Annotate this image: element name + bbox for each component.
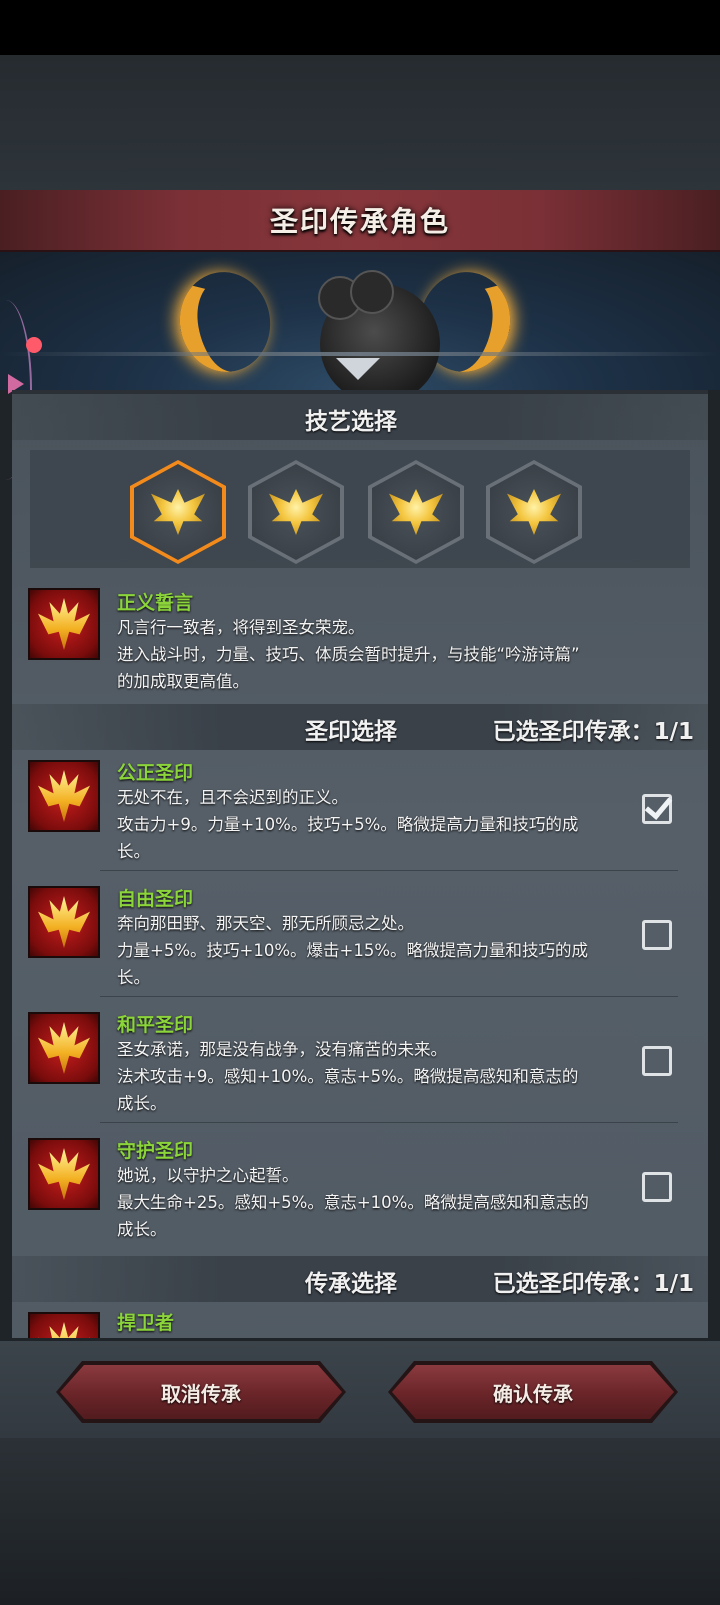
seal-section-title: 圣印选择 (305, 719, 397, 745)
seal-section-header: 圣印选择 已选圣印传承：1/1 (12, 704, 708, 750)
title-bar: 圣印传承角色 (0, 190, 720, 252)
seal-icon (28, 1012, 100, 1084)
inherit-selected-count: 已选圣印传承：1/1 (492, 1271, 694, 1297)
skill-detail: 正义誓言 凡言行一致者，将得到圣女荣宠。 进入战斗时，力量、技巧、体质会暂时提升… (12, 584, 708, 694)
seal-name: 守护圣印 (117, 1140, 194, 1162)
hair-bun-right (350, 270, 394, 314)
seal-desc: 无处不在，且不会迟到的正义。 攻击力+9。力量+10%。技巧+5%。略微提高力量… (117, 788, 579, 861)
skill-section-title: 技艺选择 (305, 409, 397, 435)
seal-icon (28, 886, 100, 958)
flame-emblem-icon (38, 598, 90, 650)
skill-selector (30, 450, 690, 568)
status-bar (0, 0, 720, 55)
flame-emblem-icon (38, 1022, 90, 1074)
cancel-inherit-button[interactable]: 取消传承 (60, 1365, 342, 1419)
skill-option-4[interactable] (486, 460, 582, 564)
cancel-button-label: 取消传承 (161, 1381, 241, 1406)
skill-option-2[interactable] (248, 460, 344, 564)
golden-crest-icon (389, 489, 443, 535)
row-divider (100, 996, 678, 997)
seal-name: 自由圣印 (117, 888, 194, 910)
seal-name: 公正圣印 (117, 762, 194, 784)
wing-left-icon (172, 264, 278, 380)
golden-crest-icon (507, 489, 561, 535)
inherit-section-title: 传承选择 (305, 1271, 397, 1297)
flame-emblem-icon (38, 770, 90, 822)
seal-row[interactable]: 自由圣印 奔向那田野、那天空、那无所顾忌之处。 力量+5%。技巧+10%。爆击+… (12, 882, 708, 1000)
golden-crest-icon (269, 489, 323, 535)
golden-crest-icon (151, 489, 205, 535)
notification-dot-icon (26, 337, 42, 353)
inherit-section-header: 传承选择 已选圣印传承：1/1 (12, 1256, 708, 1302)
seal-checkbox[interactable] (642, 794, 672, 824)
seal-row[interactable]: 守护圣印 她说，以守护之心起誓。 最大生命+25。感知+5%。意志+10%。略微… (12, 1134, 708, 1252)
seal-row[interactable]: 公正圣印 无处不在，且不会迟到的正义。 攻击力+9。力量+10%。技巧+5%。略… (12, 756, 708, 874)
seal-checkbox[interactable] (642, 1172, 672, 1202)
action-footer: 取消传承 确认传承 (0, 1338, 720, 1438)
confirm-button-label: 确认传承 (493, 1381, 573, 1406)
seal-desc: 圣女承诺，那是没有战争，没有痛苦的未来。 法术攻击+9。感知+10%。意志+5%… (117, 1040, 579, 1113)
seal-checkbox[interactable] (642, 920, 672, 950)
seal-name: 和平圣印 (117, 1014, 194, 1036)
seal-selected-count: 已选圣印传承：1/1 (492, 719, 694, 745)
background-top (0, 55, 720, 190)
inherit-name: 捍卫者 (117, 1312, 175, 1334)
flame-emblem-icon (38, 1148, 90, 1200)
skill-detail-desc: 凡言行一致者，将得到圣女荣宠。 进入战斗时，力量、技巧、体质会暂时提升，与技能“… (117, 618, 580, 691)
inherit-panel[interactable]: 技艺选择 正义誓言 凡言行一致者，将得到圣女荣宠。 进入战斗时，力量、技巧、体质… (12, 390, 708, 1472)
row-divider (100, 870, 678, 871)
row-divider (100, 1122, 678, 1123)
banner-divider (0, 352, 720, 356)
skill-option-3[interactable] (368, 460, 464, 564)
seal-icon (28, 1138, 100, 1210)
skill-option-1[interactable] (130, 460, 226, 564)
seal-icon (28, 760, 100, 832)
pointer-down-icon (336, 358, 380, 380)
skill-detail-icon (28, 588, 100, 660)
seal-desc: 她说，以守护之心起誓。 最大生命+25。感知+5%。意志+10%。略微提高感知和… (117, 1166, 589, 1239)
skill-section-header: 技艺选择 (12, 394, 708, 440)
seal-desc: 奔向那田野、那天空、那无所顾忌之处。 力量+5%。技巧+10%。爆击+15%。略… (117, 914, 588, 987)
page-title: 圣印传承角色 (269, 205, 450, 238)
confirm-inherit-button[interactable]: 确认传承 (392, 1365, 674, 1419)
seal-row[interactable]: 和平圣印 圣女承诺，那是没有战争，没有痛苦的未来。 法术攻击+9。感知+10%。… (12, 1008, 708, 1126)
seal-checkbox[interactable] (642, 1046, 672, 1076)
skill-detail-name: 正义誓言 (117, 592, 194, 614)
background-bottom (0, 1438, 720, 1605)
flame-emblem-icon (38, 896, 90, 948)
